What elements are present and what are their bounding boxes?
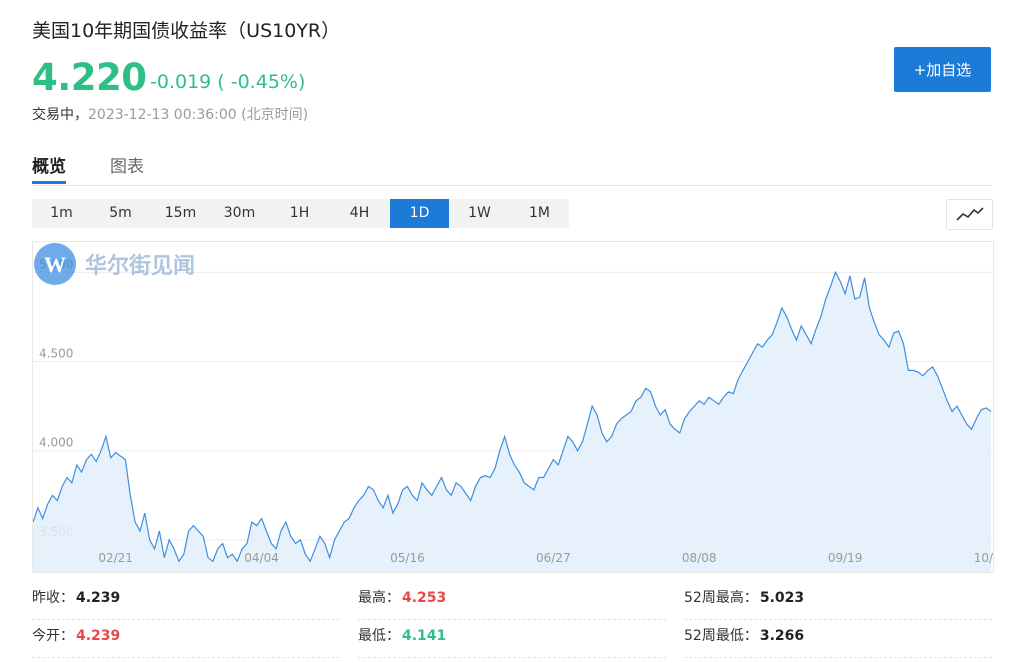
tab-bar: 概览 图表 bbox=[32, 150, 992, 186]
current-price: 4.220 bbox=[32, 56, 147, 99]
stat-high: 最高： 4.253 bbox=[358, 583, 666, 620]
watermark-text: 华尔街见闻 bbox=[85, 253, 195, 279]
stat-low: 最低： 4.141 bbox=[358, 621, 666, 658]
stat-prev-close: 昨收： 4.239 bbox=[32, 583, 340, 620]
add-watchlist-button[interactable]: +加自选 bbox=[894, 47, 991, 92]
x-tick-label: 06/27 bbox=[536, 551, 571, 565]
period-selector: 1m 5m 15m 30m 1H 4H 1D 1W 1M bbox=[32, 199, 569, 228]
x-tick-label: 04/04 bbox=[244, 551, 279, 565]
tab-overview[interactable]: 概览 bbox=[32, 152, 66, 177]
line-chart-icon bbox=[956, 207, 984, 221]
period-1m[interactable]: 1m bbox=[32, 199, 91, 228]
price-change: -0.019 ( -0.45%) bbox=[150, 71, 306, 93]
page-title: 美国10年期国债收益率（US10YR） bbox=[32, 20, 341, 42]
timestamp: 2023-12-13 00:36:00 (北京时间) bbox=[88, 107, 309, 123]
period-5m[interactable]: 5m bbox=[91, 199, 150, 228]
stat-52w-high: 52周最高： 5.023 bbox=[684, 583, 992, 620]
x-tick-label: 02/21 bbox=[98, 551, 133, 565]
period-1d[interactable]: 1D bbox=[390, 199, 449, 228]
period-4h[interactable]: 4H bbox=[330, 199, 389, 228]
tab-chart[interactable]: 图表 bbox=[110, 152, 144, 177]
x-tick-label: 05/16 bbox=[390, 551, 425, 565]
x-tick-label: 09/19 bbox=[828, 551, 863, 565]
y-tick-label: 4.500 bbox=[39, 347, 73, 361]
x-tick-label: 08/08 bbox=[682, 551, 717, 565]
trading-status: 交易中，2023-12-13 00:36:00 (北京时间) bbox=[32, 104, 308, 124]
stat-52w-low: 52周最低： 3.266 bbox=[684, 621, 992, 658]
chart-type-button[interactable] bbox=[946, 199, 993, 230]
area-fill bbox=[33, 272, 991, 572]
stat-open: 今开： 4.239 bbox=[32, 621, 340, 658]
watermark-letter: W bbox=[44, 252, 66, 277]
tab-active-indicator bbox=[32, 181, 66, 184]
period-15m[interactable]: 15m bbox=[151, 199, 210, 228]
y-tick-label: 4.000 bbox=[39, 436, 73, 450]
x-tick-label: 10/31 bbox=[974, 551, 993, 565]
period-1w[interactable]: 1W bbox=[450, 199, 509, 228]
watermark-logo: W 华尔街见闻 bbox=[34, 243, 195, 285]
status-label: 交易中， bbox=[32, 107, 88, 123]
period-1h[interactable]: 1H bbox=[270, 199, 329, 228]
price-chart: 5.0004.5004.0003.50002/2104/0405/1606/27… bbox=[32, 241, 994, 573]
period-30m[interactable]: 30m bbox=[210, 199, 269, 228]
stats-panel: 昨收： 4.239 最高： 4.253 52周最高： 5.023 今开： 4.239 最… bbox=[32, 583, 992, 663]
period-1mo[interactable]: 1M bbox=[510, 199, 569, 228]
